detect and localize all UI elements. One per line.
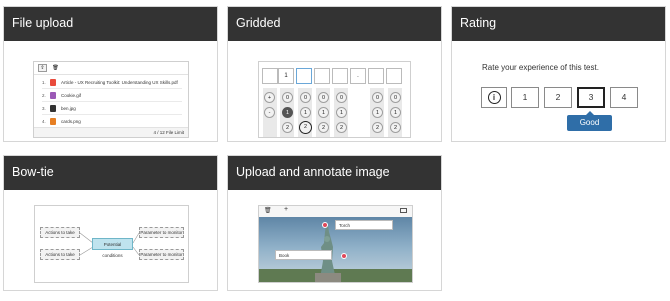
file-row[interactable]: 1. Article - UX Recruiting Toolkit: Unde… — [42, 77, 182, 89]
card-title: Upload and annotate image — [228, 156, 441, 190]
card-gridded: Gridded 1 . + 0 0 0 0 0 0 - 1 1 1 1 1 1 … — [227, 6, 442, 142]
grid-answer-cell[interactable] — [262, 68, 278, 84]
action-box[interactable]: Actions to take — [40, 227, 80, 238]
grid-answer-cell[interactable] — [332, 68, 348, 84]
grid-bubble[interactable]: 1 — [372, 107, 383, 118]
file-name: Cookie.gif — [61, 93, 82, 98]
condition-box[interactable]: Potential conditions — [92, 238, 133, 258]
grid-bubble-focused[interactable]: 2 — [299, 121, 312, 134]
file-row[interactable]: 4. cards.png — [42, 116, 182, 127]
rating-option[interactable]: 1 — [511, 87, 539, 108]
bow-tie-panel: Actions to take Actions to take Potentia… — [34, 205, 189, 283]
file-number: 2. — [42, 93, 46, 98]
grid-bubble[interactable]: 0 — [318, 92, 329, 103]
gridded-panel: 1 . + 0 0 0 0 0 0 - 1 1 1 1 1 1 2 2 2 2 … — [258, 61, 411, 138]
parameter-box[interactable]: Parameter to monitor — [139, 249, 184, 260]
annotation-label[interactable]: Torch — [335, 220, 393, 230]
file-row[interactable]: 3. ben.jpg — [42, 103, 182, 115]
grid-bubble[interactable]: 2 — [372, 122, 383, 133]
file-number: 1. — [42, 80, 46, 85]
statue-of-liberty-image: Torch Book — [259, 217, 412, 282]
file-upload-panel: ⇧ 🗑 1. Article - UX Recruiting Toolkit: … — [33, 61, 189, 138]
annotation-pin[interactable] — [322, 222, 328, 228]
card-title: Bow-tie — [4, 156, 217, 190]
grid-bubble[interactable]: 2 — [390, 122, 401, 133]
card-title: File upload — [4, 7, 217, 41]
grid-answer-cell[interactable] — [296, 68, 312, 84]
card-file-upload: File upload ⇧ 🗑 1. Article - UX Recruiti… — [3, 6, 218, 142]
grid-bubble[interactable]: 0 — [282, 92, 293, 103]
file-number: 4. — [42, 119, 46, 124]
plus-icon[interactable]: + — [284, 206, 288, 213]
grid-bubble[interactable]: - — [264, 107, 275, 118]
grid-bubble[interactable]: 1 — [300, 107, 311, 118]
png-file-icon — [50, 118, 56, 125]
grid-bubble[interactable]: 1 — [336, 107, 347, 118]
grid-bubble[interactable]: 1 — [390, 107, 401, 118]
grid-bubble-selected[interactable]: 1 — [282, 107, 293, 118]
gif-file-icon — [50, 92, 56, 99]
card-bow-tie: Bow-tie Actions to take Actions to take … — [3, 155, 218, 291]
card-title: Gridded — [228, 7, 441, 41]
grid-bubble[interactable]: 2 — [318, 122, 329, 133]
grid-bubble[interactable]: 2 — [336, 122, 347, 133]
annotate-panel: 🗑 + Torch Book — [258, 205, 413, 283]
file-name: ben.jpg — [61, 106, 76, 111]
pdf-file-icon — [50, 79, 56, 86]
file-number: 3. — [42, 106, 46, 111]
file-limit: 4 / 12 File Limit — [34, 127, 188, 137]
grid-bubble[interactable]: 2 — [282, 122, 293, 133]
trash-icon[interactable]: 🗑 — [51, 64, 60, 72]
file-name: cards.png — [61, 119, 81, 124]
action-box[interactable]: Actions to take — [40, 249, 80, 260]
grid-answer-cell[interactable]: . — [350, 68, 366, 84]
parameter-box[interactable]: Parameter to monitor — [139, 227, 184, 238]
info-icon: i — [487, 91, 501, 104]
annotation-pin[interactable] — [341, 253, 347, 259]
file-row[interactable]: 2. Cookie.gif — [42, 90, 182, 102]
info-button[interactable]: i — [481, 87, 507, 108]
card-rating: Rating Rate your experience of this test… — [451, 6, 666, 142]
card-annotate: Upload and annotate image 🗑 + Torch Book — [227, 155, 442, 291]
rating-option[interactable]: 2 — [544, 87, 572, 108]
grid-bubble[interactable]: 0 — [390, 92, 401, 103]
grid-bubble[interactable]: 0 — [300, 92, 311, 103]
grid-answer-cell[interactable] — [314, 68, 330, 84]
card-title: Rating — [452, 7, 665, 41]
file-name: Article - UX Recruiting Toolkit: Underst… — [61, 80, 178, 85]
grid-answer-cell[interactable] — [386, 68, 402, 84]
jpg-file-icon — [50, 105, 56, 112]
grid-bubble[interactable]: 0 — [336, 92, 347, 103]
grid-bubble[interactable]: + — [264, 92, 275, 103]
rating-tooltip: Good — [567, 111, 612, 131]
rating-prompt: Rate your experience of this test. — [482, 63, 599, 72]
file-upload-toolbar: ⇧ 🗑 — [34, 62, 188, 75]
grid-bubble[interactable]: 0 — [372, 92, 383, 103]
trash-icon[interactable]: 🗑 — [264, 207, 272, 214]
upload-icon[interactable]: ⇧ — [38, 64, 47, 72]
annotation-label[interactable]: Book — [275, 250, 332, 260]
grid-answer-cell[interactable] — [368, 68, 384, 84]
image-icon[interactable] — [400, 208, 407, 213]
grid-answer-cell[interactable]: 1 — [278, 68, 294, 84]
rating-option[interactable]: 4 — [610, 87, 638, 108]
grid-bubble[interactable]: 1 — [318, 107, 329, 118]
rating-option-selected[interactable]: 3 — [577, 87, 605, 108]
